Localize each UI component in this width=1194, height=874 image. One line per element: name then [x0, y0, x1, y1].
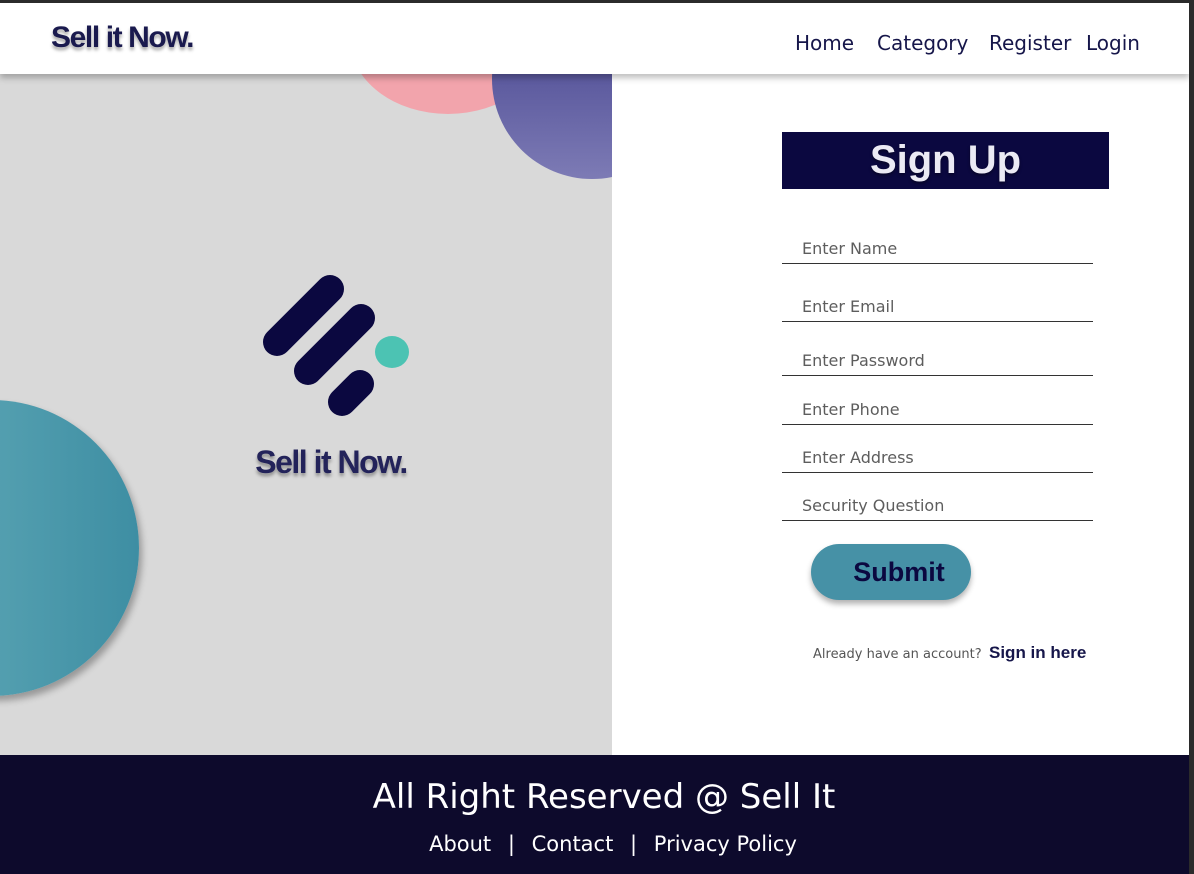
nav-register-link[interactable]: Register [989, 31, 1071, 55]
logo-stripe-bottom [328, 370, 374, 416]
decor-purple-circle [492, 74, 612, 179]
footer-separator: | [507, 832, 515, 856]
site-header: Sell it Now. Home Category Register Logi… [0, 3, 1189, 74]
password-input[interactable] [782, 346, 1093, 376]
name-input[interactable] [782, 234, 1093, 264]
logo-dot [375, 336, 409, 368]
submit-button[interactable]: Submit [811, 544, 971, 600]
email-input[interactable] [782, 292, 1093, 322]
address-input[interactable] [782, 443, 1093, 473]
already-account-text: Already have an account? [813, 647, 982, 662]
page: Sell it Now. Home Category Register Logi… [0, 0, 1189, 874]
nav-category-link[interactable]: Category [877, 31, 968, 55]
hero-panel: Sell it Now. [0, 74, 612, 755]
hero-logo-text: Sell it Now. [255, 444, 408, 480]
footer-contact-link[interactable]: Contact [532, 832, 614, 856]
window-edge-right [1189, 0, 1194, 874]
security-question-input[interactable] [782, 491, 1093, 521]
logo-stripe-top [263, 275, 344, 356]
footer-privacy-link[interactable]: Privacy Policy [654, 832, 797, 856]
footer-copyright: All Right Reserved @ Sell It [372, 777, 836, 817]
nav-home-link[interactable]: Home [795, 31, 854, 55]
logo-mark-icon [263, 275, 409, 416]
window-edge-top [0, 0, 1189, 3]
signup-title: Sign Up [782, 132, 1109, 189]
phone-input[interactable] [782, 395, 1093, 425]
logo-stripe-middle [294, 304, 375, 385]
nav-login-link[interactable]: Login [1086, 31, 1140, 55]
site-footer: All Right Reserved @ Sell It About | Con… [0, 755, 1189, 874]
footer-about-link[interactable]: About [429, 832, 491, 856]
main-nav: Home Category Register Login [0, 31, 1189, 57]
footer-separator: | [630, 832, 638, 856]
sign-in-link[interactable]: Sign in here [989, 643, 1086, 663]
footer-links: About | Contact | Privacy Policy [0, 832, 1189, 856]
